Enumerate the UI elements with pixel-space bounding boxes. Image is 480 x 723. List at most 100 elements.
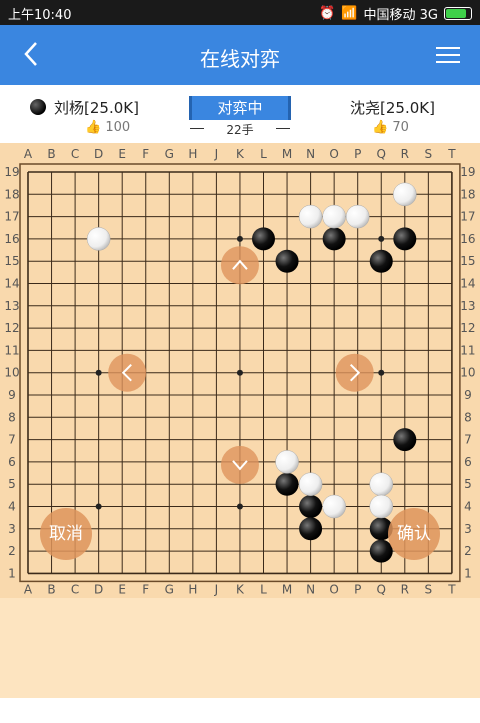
column-label: G — [165, 147, 174, 161]
row-label: 8 — [464, 410, 472, 424]
column-label: D — [94, 147, 103, 161]
confirm-label: 确认 — [397, 524, 431, 544]
row-label: 18 — [4, 187, 19, 201]
column-label: F — [142, 582, 149, 596]
system-bar — [0, 698, 480, 723]
row-label: 10 — [460, 366, 475, 380]
column-label: P — [354, 147, 361, 161]
black-stone — [252, 227, 275, 251]
column-label: Q — [377, 582, 386, 596]
column-label: B — [47, 582, 55, 596]
black-stone — [299, 517, 323, 541]
row-label: 12 — [460, 321, 475, 335]
column-label: R — [401, 147, 409, 161]
row-label: 11 — [460, 343, 475, 357]
black-stone — [275, 249, 299, 273]
row-label: 9 — [8, 388, 16, 402]
column-label: E — [118, 147, 126, 161]
row-label: 15 — [4, 254, 19, 268]
row-label: 19 — [460, 165, 475, 179]
column-label: G — [165, 582, 174, 596]
black-stone — [369, 249, 393, 273]
arrow-up-button[interactable] — [220, 246, 259, 285]
row-label: 11 — [4, 343, 19, 357]
white-stone — [86, 227, 111, 251]
white-stone — [275, 450, 299, 474]
star-point — [378, 369, 385, 376]
row-label: 17 — [4, 210, 19, 224]
column-label: K — [236, 582, 245, 596]
column-label: C — [71, 147, 79, 161]
row-label: 13 — [4, 299, 19, 313]
column-label: N — [306, 582, 315, 596]
column-label: R — [401, 582, 409, 596]
white-stone — [345, 204, 370, 229]
row-label: 5 — [8, 477, 16, 491]
column-label: C — [71, 582, 79, 596]
row-label: 2 — [8, 544, 16, 558]
column-label: A — [24, 582, 33, 596]
column-label: H — [188, 582, 197, 596]
row-label: 1 — [8, 566, 16, 580]
arrow-right-button[interactable] — [335, 353, 374, 392]
star-point — [95, 503, 102, 510]
column-label: E — [118, 582, 126, 596]
column-label: K — [236, 147, 245, 161]
star-point — [95, 369, 102, 376]
row-label: 6 — [8, 455, 16, 469]
white-stone — [369, 472, 393, 496]
row-label: 4 — [464, 500, 472, 514]
column-label: T — [447, 147, 456, 161]
column-label: B — [47, 147, 55, 161]
white-stone — [322, 494, 346, 519]
column-label: O — [329, 582, 338, 596]
row-label: 8 — [8, 410, 16, 424]
row-label: 15 — [460, 254, 475, 268]
column-label: F — [142, 147, 149, 161]
row-label: 7 — [464, 433, 472, 447]
row-label: 17 — [460, 210, 475, 224]
column-label: D — [94, 582, 103, 596]
column-label: M — [282, 582, 292, 596]
column-label: S — [425, 147, 433, 161]
row-label: 3 — [8, 522, 16, 536]
white-stone — [369, 494, 393, 519]
row-label: 16 — [4, 232, 19, 246]
column-label: H — [188, 147, 197, 161]
column-label: J — [214, 147, 219, 161]
arrow-left-button[interactable] — [108, 353, 147, 392]
column-label: S — [425, 582, 433, 596]
column-label: A — [24, 147, 33, 161]
row-label: 13 — [460, 299, 475, 313]
black-stone — [322, 227, 346, 251]
row-label: 4 — [8, 500, 16, 514]
white-stone — [393, 182, 417, 207]
row-label: 7 — [8, 433, 16, 447]
column-label: Q — [377, 147, 386, 161]
row-label: 1 — [464, 566, 472, 580]
column-label: L — [260, 582, 267, 596]
row-label: 14 — [460, 277, 475, 291]
row-label: 12 — [4, 321, 19, 335]
confirm-button[interactable]: 确认 — [388, 508, 440, 560]
column-label: M — [282, 147, 292, 161]
white-stone — [322, 204, 346, 229]
arrow-down-button[interactable] — [220, 445, 259, 484]
row-label: 10 — [4, 366, 19, 380]
column-label: N — [306, 147, 315, 161]
cancel-button[interactable]: 取消 — [40, 508, 92, 560]
white-stone — [298, 472, 323, 496]
black-stone — [393, 227, 417, 251]
row-label: 19 — [4, 165, 19, 179]
black-stone — [393, 428, 417, 452]
row-label: 3 — [464, 522, 472, 536]
row-label: 9 — [464, 388, 472, 402]
row-label: 16 — [460, 232, 475, 246]
column-label: L — [260, 147, 267, 161]
star-point — [236, 235, 243, 242]
column-label: J — [214, 582, 219, 596]
column-label: P — [354, 582, 361, 596]
black-stone — [299, 495, 323, 518]
row-label: 5 — [464, 477, 472, 491]
row-label: 2 — [464, 544, 472, 558]
